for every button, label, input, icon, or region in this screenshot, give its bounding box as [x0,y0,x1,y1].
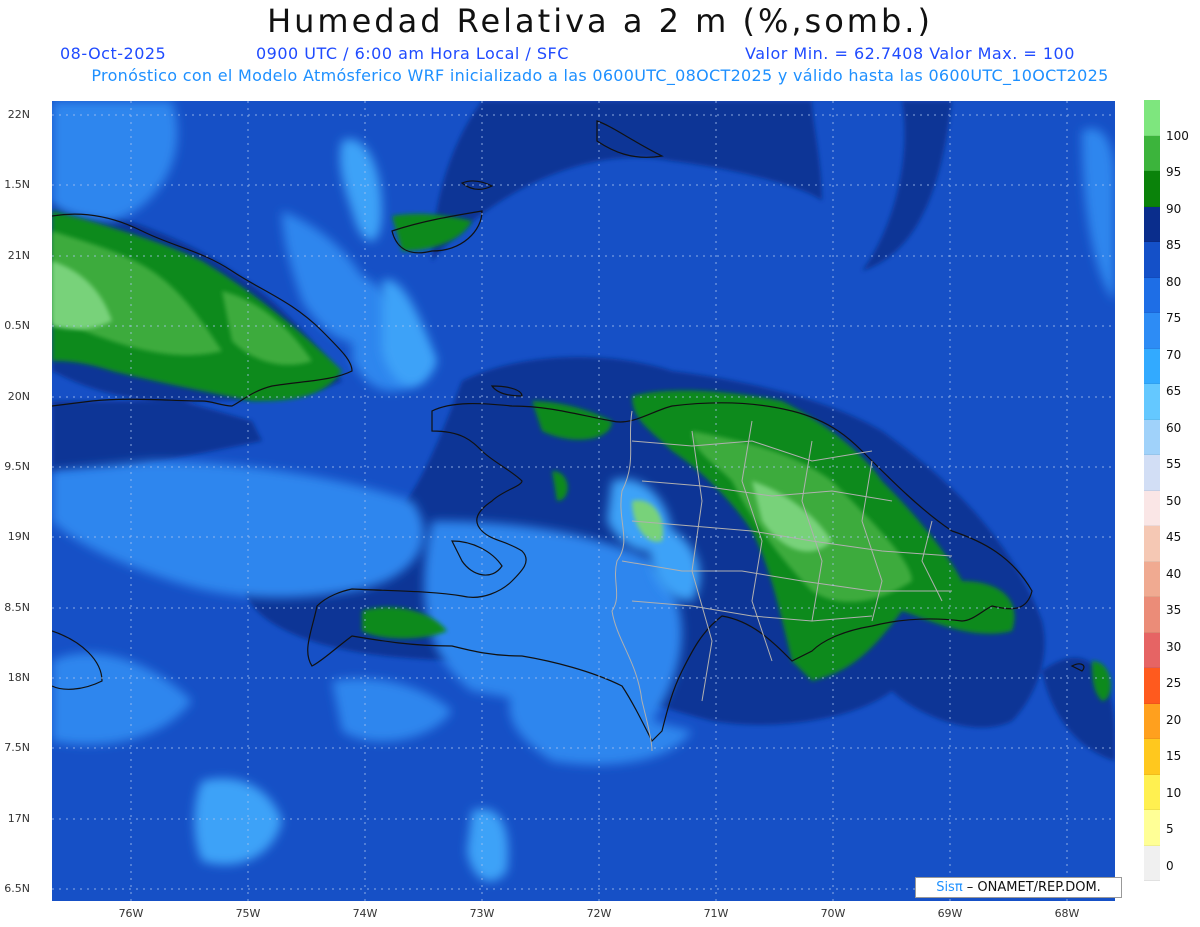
colorbar-label: 45 [1166,530,1182,544]
colorbar-swatch [1144,597,1160,633]
lon-label-70w: 70W [820,907,846,920]
forecast-description: Pronóstico con el Modelo Atmósferico WRF… [91,66,1109,85]
lat-label-19n: 19N [7,530,30,543]
colorbar-label: 50 [1166,494,1182,508]
lat-label-18-5n: 8.5N [4,601,30,614]
colorbar-label: 75 [1166,311,1182,325]
lon-label-75w: 75W [235,907,261,920]
colorbar-swatch [1144,703,1160,739]
colorbar-swatch [1144,135,1160,171]
colorbar-swatch [1144,384,1160,420]
colorbar-swatch [1144,348,1160,384]
map-title: Humedad Relativa a 2 m (%,somb.) [267,2,933,40]
colorbar-label: 60 [1166,421,1182,435]
colorbar-label: 90 [1166,202,1182,216]
colorbar-swatch [1144,277,1160,313]
colorbar-label: 65 [1166,384,1182,398]
lon-label-69w: 69W [937,907,963,920]
lat-label-20n: 20N [7,390,30,403]
colorbar-swatch [1144,561,1160,597]
colorbar-label: 30 [1166,640,1182,654]
lon-label-74w: 74W [352,907,378,920]
lon-label-73w: 73W [469,907,495,920]
lat-label-21-5n: 1.5N [4,178,30,191]
humidity-map [52,101,1115,901]
colorbar-label: 40 [1166,567,1182,581]
colorbar-label: 0 [1166,859,1174,873]
colorbar-swatch [1144,774,1160,810]
colorbar-swatch [1144,100,1160,136]
colorbar-label: 100 [1166,129,1189,143]
min-max-values: Valor Min. = 62.7408 Valor Max. = 100 [745,44,1075,63]
lon-label-76w: 76W [118,907,144,920]
colorbar-swatch [1144,419,1160,455]
colorbar-swatch [1144,526,1160,562]
colorbar-label: 5 [1166,822,1174,836]
lat-label-20-5n: 0.5N [4,319,30,332]
colorbar [1144,100,1160,881]
valid-date: 08-Oct-2025 [60,44,167,63]
humidity-field [52,101,1115,901]
valid-time: 0900 UTC / 6:00 am Hora Local / SFC [256,44,569,63]
lat-label-21n: 21N [7,249,30,262]
lat-label-22n: 22N [7,108,30,121]
lat-label-16-5n: 6.5N [4,882,30,895]
colorbar-label: 25 [1166,676,1182,690]
colorbar-label: 35 [1166,603,1182,617]
sispi-logo: Sisπ [936,880,963,895]
credit-box: Sisπ – ONAMET/REP.DOM. [915,877,1122,898]
lat-label-17-5n: 7.5N [4,741,30,754]
lat-label-19-5n: 9.5N [4,460,30,473]
colorbar-swatch [1144,668,1160,704]
colorbar-swatch [1144,810,1160,846]
colorbar-label: 10 [1166,786,1182,800]
colorbar-swatch [1144,206,1160,242]
colorbar-swatch [1144,632,1160,668]
lon-label-71w: 71W [703,907,729,920]
lon-label-68w: 68W [1054,907,1080,920]
colorbar-swatch [1144,845,1160,881]
colorbar-swatch [1144,739,1160,775]
colorbar-swatch [1144,242,1160,278]
lon-label-72w: 72W [586,907,612,920]
colorbar-swatch [1144,171,1160,207]
colorbar-swatch [1144,490,1160,526]
colorbar-swatch [1144,313,1160,349]
colorbar-label: 80 [1166,275,1182,289]
colorbar-swatch [1144,455,1160,491]
lat-label-18n: 18N [7,671,30,684]
lat-label-17n: 17N [7,812,30,825]
colorbar-label: 70 [1166,348,1182,362]
colorbar-label: 15 [1166,749,1182,763]
colorbar-label: 95 [1166,165,1182,179]
colorbar-label: 20 [1166,713,1182,727]
colorbar-label: 55 [1166,457,1182,471]
colorbar-label: 85 [1166,238,1182,252]
credit-text: – ONAMET/REP.DOM. [962,880,1101,895]
